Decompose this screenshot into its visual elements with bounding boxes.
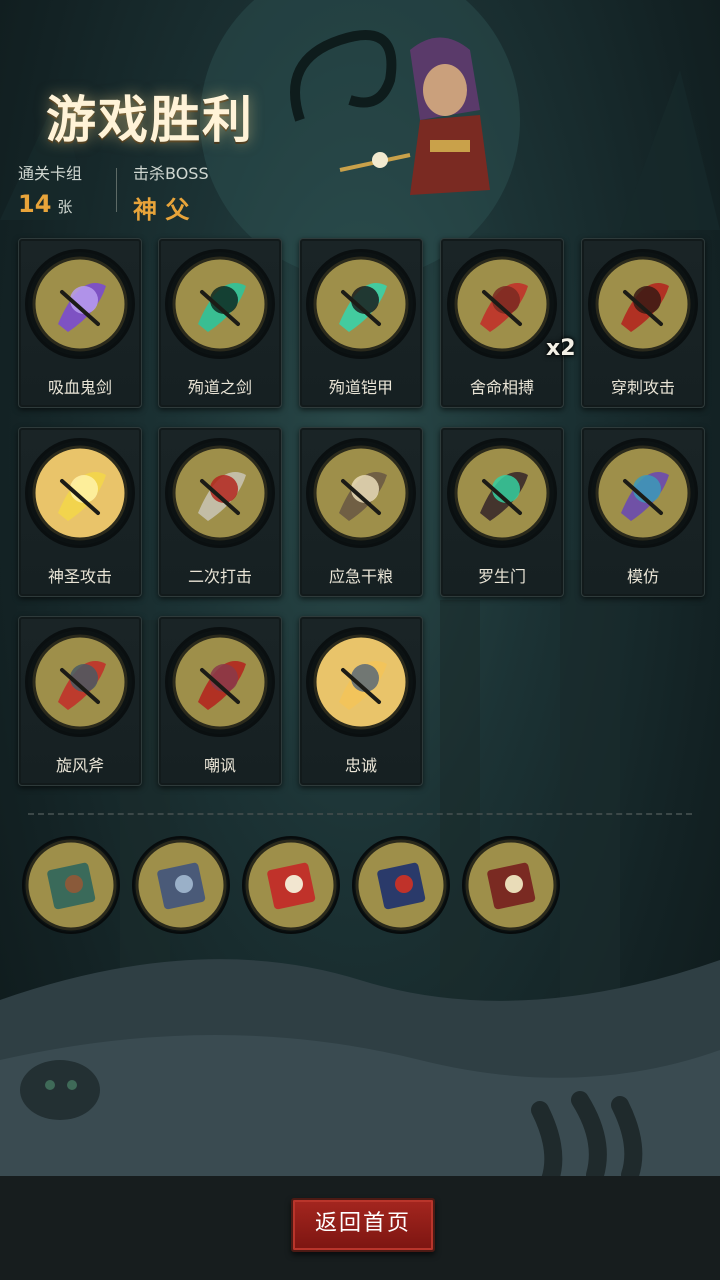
taunt-icon — [168, 630, 272, 734]
deck-card[interactable]: 忠诚 — [299, 616, 423, 786]
clown-jester-icon[interactable] — [244, 838, 338, 932]
mimic-icon — [591, 441, 695, 545]
stat-value: 神 父 — [133, 196, 190, 224]
holy-attack-icon — [28, 441, 132, 545]
hero-character-illustration — [290, 30, 490, 195]
medal-banner-icon[interactable] — [24, 838, 118, 932]
rashomon-icon — [450, 441, 554, 545]
martyr-armor-icon — [309, 252, 413, 356]
ration-icon — [309, 441, 413, 545]
deck-card[interactable]: 模仿 — [581, 427, 705, 597]
section-divider — [28, 813, 692, 815]
card-name: 殉道之剑 — [187, 378, 252, 397]
desperate-fight-icon — [450, 252, 554, 356]
card-name: 神圣攻击 — [47, 567, 112, 586]
deck-card[interactable]: 神圣攻击 — [18, 427, 142, 597]
card-count-badge: x2 — [546, 336, 576, 361]
martyr-sword-icon — [168, 252, 272, 356]
deck-card[interactable]: 穿刺攻击 — [581, 238, 705, 408]
deck-card[interactable]: 殉道之剑 — [158, 238, 282, 408]
stat-unit: 张 — [57, 198, 73, 216]
card-name: 嘲讽 — [203, 756, 236, 775]
page-title: 游戏胜利 — [46, 91, 254, 149]
skull-banner-sword-icon[interactable] — [464, 838, 558, 932]
deck-card[interactable]: 旋风斧 — [18, 616, 142, 786]
victory-header: 游戏胜利 通关卡组 14 张 击杀BOSS 神 父 — [0, 0, 720, 225]
vampire-sword-icon — [28, 252, 132, 356]
stat-divider — [116, 168, 117, 212]
double-strike-icon — [168, 441, 272, 545]
card-deck-icon[interactable] — [134, 838, 228, 932]
whirlwind-axe-icon — [28, 630, 132, 734]
card-name: 穿刺攻击 — [610, 378, 675, 397]
card-name: 旋风斧 — [55, 756, 104, 775]
deck-card[interactable]: 二次打击 — [158, 427, 282, 597]
boss-killed-stat: 击杀BOSS 神 父 — [133, 160, 209, 225]
deck-card[interactable]: 殉道铠甲 — [299, 238, 423, 408]
card-name: 应急干粮 — [328, 567, 393, 586]
card-name: 罗生门 — [477, 567, 526, 586]
deck-card[interactable]: 吸血鬼剑 — [18, 238, 142, 408]
card-name: 模仿 — [626, 567, 659, 586]
card-name: 忠诚 — [344, 756, 377, 775]
red-book-icon[interactable] — [354, 838, 448, 932]
card-name: 殉道铠甲 — [328, 378, 393, 397]
card-name: 舍命相搏 — [469, 378, 534, 397]
stat-value: 14 — [18, 190, 52, 218]
card-name: 二次打击 — [187, 567, 252, 586]
return-home-button[interactable]: 返回首页 — [291, 1198, 435, 1252]
deck-card[interactable]: 应急干粮 — [299, 427, 423, 597]
stat-label: 击杀BOSS — [133, 164, 209, 183]
deck-card[interactable]: 嘲讽 — [158, 616, 282, 786]
deck-card[interactable]: 舍命相搏 x2 — [440, 238, 576, 408]
loyalty-cross-icon — [309, 630, 413, 734]
deck-card[interactable]: 罗生门 — [440, 427, 564, 597]
pierce-attack-icon — [591, 252, 695, 356]
stat-label: 通关卡组 — [18, 164, 83, 183]
cleared-deck-stat: 通关卡组 14 张 — [18, 160, 82, 218]
card-name: 吸血鬼剑 — [47, 378, 112, 397]
